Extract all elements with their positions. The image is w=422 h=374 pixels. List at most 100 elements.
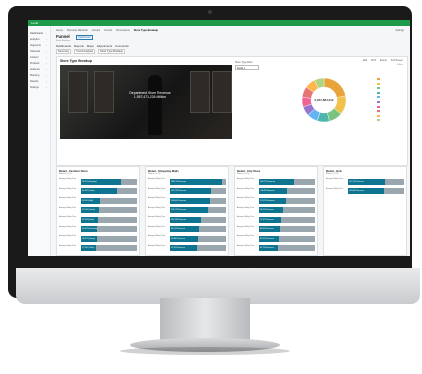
store-card: Retail - City Store Metric (##%) Average S… [234, 166, 318, 256]
stand-shadow [120, 347, 290, 355]
sidebar-item[interactable]: Audience [30, 68, 40, 71]
sidebar-item[interactable]: Planning [30, 74, 39, 77]
progress-bar: 98,415 Revenue [259, 207, 315, 213]
hero-image: Department Store Revenue 1,957,471,226 M… [60, 65, 232, 139]
legend-swatch [377, 114, 380, 117]
card-row: Average Selling Price 19,602 (Franchise) [59, 226, 137, 233]
page-title: Funnel [56, 34, 70, 39]
sidebar-item[interactable]: Dashboards [30, 32, 43, 35]
toolbar-button[interactable]: Print [371, 59, 376, 62]
progress-bar: 19,602 (Franchise) [81, 226, 137, 232]
bar-value: 18,997 (Popup) [82, 237, 96, 240]
legend-swatch [377, 105, 380, 108]
row-label: Average Selling Price [59, 178, 77, 180]
store-type-dropdown[interactable]: Retail ▾ [235, 65, 259, 70]
subnav-tab[interactable]: Store Type Breakup [98, 49, 125, 54]
chevron-right-icon: › [46, 62, 47, 65]
bar-value: 88,650 Revenue [260, 228, 274, 230]
progress-bar: 146,221 Revenue [259, 178, 315, 185]
bar-value: 19,602 (Franchise) [82, 228, 98, 230]
progress-bar: 88,650 Revenue [259, 226, 315, 232]
row-label: Average Selling Price [148, 225, 166, 228]
bar-value: 98,212 Revenue [171, 228, 185, 230]
card-row: Average Selling Price 88,650 Revenue [237, 226, 315, 233]
row-label: Average Selling Price [237, 244, 255, 247]
chevron-right-icon: › [46, 56, 47, 59]
sidebar-item[interactable]: Reports [30, 80, 38, 83]
breadcrumb-item[interactable]: Store Type Breakup [134, 29, 158, 32]
breadcrumb-item[interactable]: Home [56, 29, 63, 32]
breadcrumb-item[interactable]: Discover Methods [67, 29, 88, 32]
sidebar-item[interactable]: Segments [30, 44, 41, 47]
breadcrumb-item[interactable]: Funnel [104, 29, 112, 32]
legend-swatch [377, 91, 380, 94]
progress-bar: 98,212 Revenue [170, 226, 226, 232]
breadcrumb: Home Discover Methods Groups Funnel Dimensio… [56, 29, 162, 32]
toolbar-button[interactable]: Edit [363, 59, 367, 62]
row-label: Average Selling Price [59, 235, 77, 237]
sidebar-item[interactable]: Content [30, 56, 38, 59]
panel-toolbar: Edit Print Export Full Screen [359, 59, 403, 62]
subnav-tab[interactable]: Summary [56, 49, 72, 54]
legend-swatch [377, 82, 380, 85]
chevron-right-icon: › [46, 68, 47, 71]
sidebar-item[interactable]: Analytics [30, 38, 40, 41]
row-label: Average Selling Price [326, 187, 344, 190]
progress-bar: 84,192 Revenue [259, 235, 315, 242]
hero-window [68, 71, 88, 113]
progress-bar: 142,806 Revenue [348, 188, 404, 194]
donut-slice[interactable] [323, 77, 346, 98]
card-row: Average Selling Price 104,318 Revenue [148, 216, 226, 223]
filters-label[interactable]: Filters [397, 64, 403, 66]
card-row: Average Selling Price 147,210 Revenue [326, 178, 404, 185]
subnav-tab[interactable]: Trend Analysis [74, 49, 96, 54]
breadcrumb-item[interactable]: Dimensions [116, 29, 130, 32]
row-label: Average Selling Price [237, 225, 255, 228]
breadcrumb-item[interactable]: Groups [92, 29, 101, 32]
card-row: Average Selling Price 84,192 Revenue [237, 235, 315, 242]
bar-value: 98,415 Revenue [260, 209, 274, 211]
store-card: Retail - Hub Metric (##%) Average Selling … [323, 166, 407, 256]
chevron-right-icon: › [46, 80, 47, 83]
sidebar-item[interactable]: Settings [30, 86, 39, 89]
progress-bar: 24,810 (Mall) [81, 197, 137, 204]
card-row: Average Selling Price 118,403 Revenue [237, 188, 315, 195]
row-label: Average Selling Price [148, 235, 166, 237]
row-label: Average Selling Price [148, 178, 166, 180]
hero-window [212, 71, 232, 113]
sidebar: Dashboards › Analytics › Segments › Channels › C… [28, 26, 51, 256]
card-row: Average Selling Price 18,997 (Popup) [59, 235, 137, 242]
nav-tab[interactable]: Maps [87, 44, 94, 48]
bar-value: 104,318 Revenue [171, 218, 186, 221]
row-label: Average Selling Price [148, 187, 166, 190]
legend-swatch [377, 100, 380, 103]
nav-tab[interactable]: Adjustments [97, 44, 112, 48]
chevron-right-icon: › [46, 50, 47, 53]
progress-bar: 78,421 (Flagship) [81, 178, 137, 185]
row-label: Average Selling Price [59, 187, 77, 190]
nav-tab[interactable]: Comments [115, 44, 129, 48]
card-row: Average Selling Price 78,421 (Flagship) [59, 178, 137, 185]
sidebar-item[interactable]: Products [30, 62, 39, 65]
chevron-right-icon: › [46, 74, 47, 77]
toolbar-button[interactable]: Export [380, 59, 387, 62]
bar-value: 22,534 (Online) [82, 209, 96, 211]
bar-value: 112,876 Revenue [260, 199, 275, 202]
hero-window [190, 71, 210, 113]
bar-value: 65,187 (Outlet) [82, 190, 95, 192]
row-label: Average Selling Price [237, 197, 255, 199]
settings-link[interactable]: Settings [395, 29, 404, 32]
progress-bar: 118,403 Revenue [259, 188, 315, 194]
row-label: Average Selling Price [237, 178, 255, 180]
bar-value: 147,210 Revenue [349, 180, 364, 183]
toolbar-button[interactable]: Full Screen [391, 59, 403, 62]
nav-tab[interactable]: Dashboards [56, 44, 71, 48]
card-row: Average Selling Price 188,514 Revenue [148, 178, 226, 185]
nav-tab[interactable]: Reports [74, 44, 84, 48]
page-tag[interactable]: Dashboard [76, 34, 93, 40]
legend-swatch [377, 119, 380, 122]
sidebar-item[interactable]: Channels [30, 50, 40, 53]
donut-svg: 2,957,884,012 [301, 77, 347, 123]
bar-value: 20,118 (Kiosk) [82, 218, 95, 221]
legend-swatch [377, 78, 380, 80]
